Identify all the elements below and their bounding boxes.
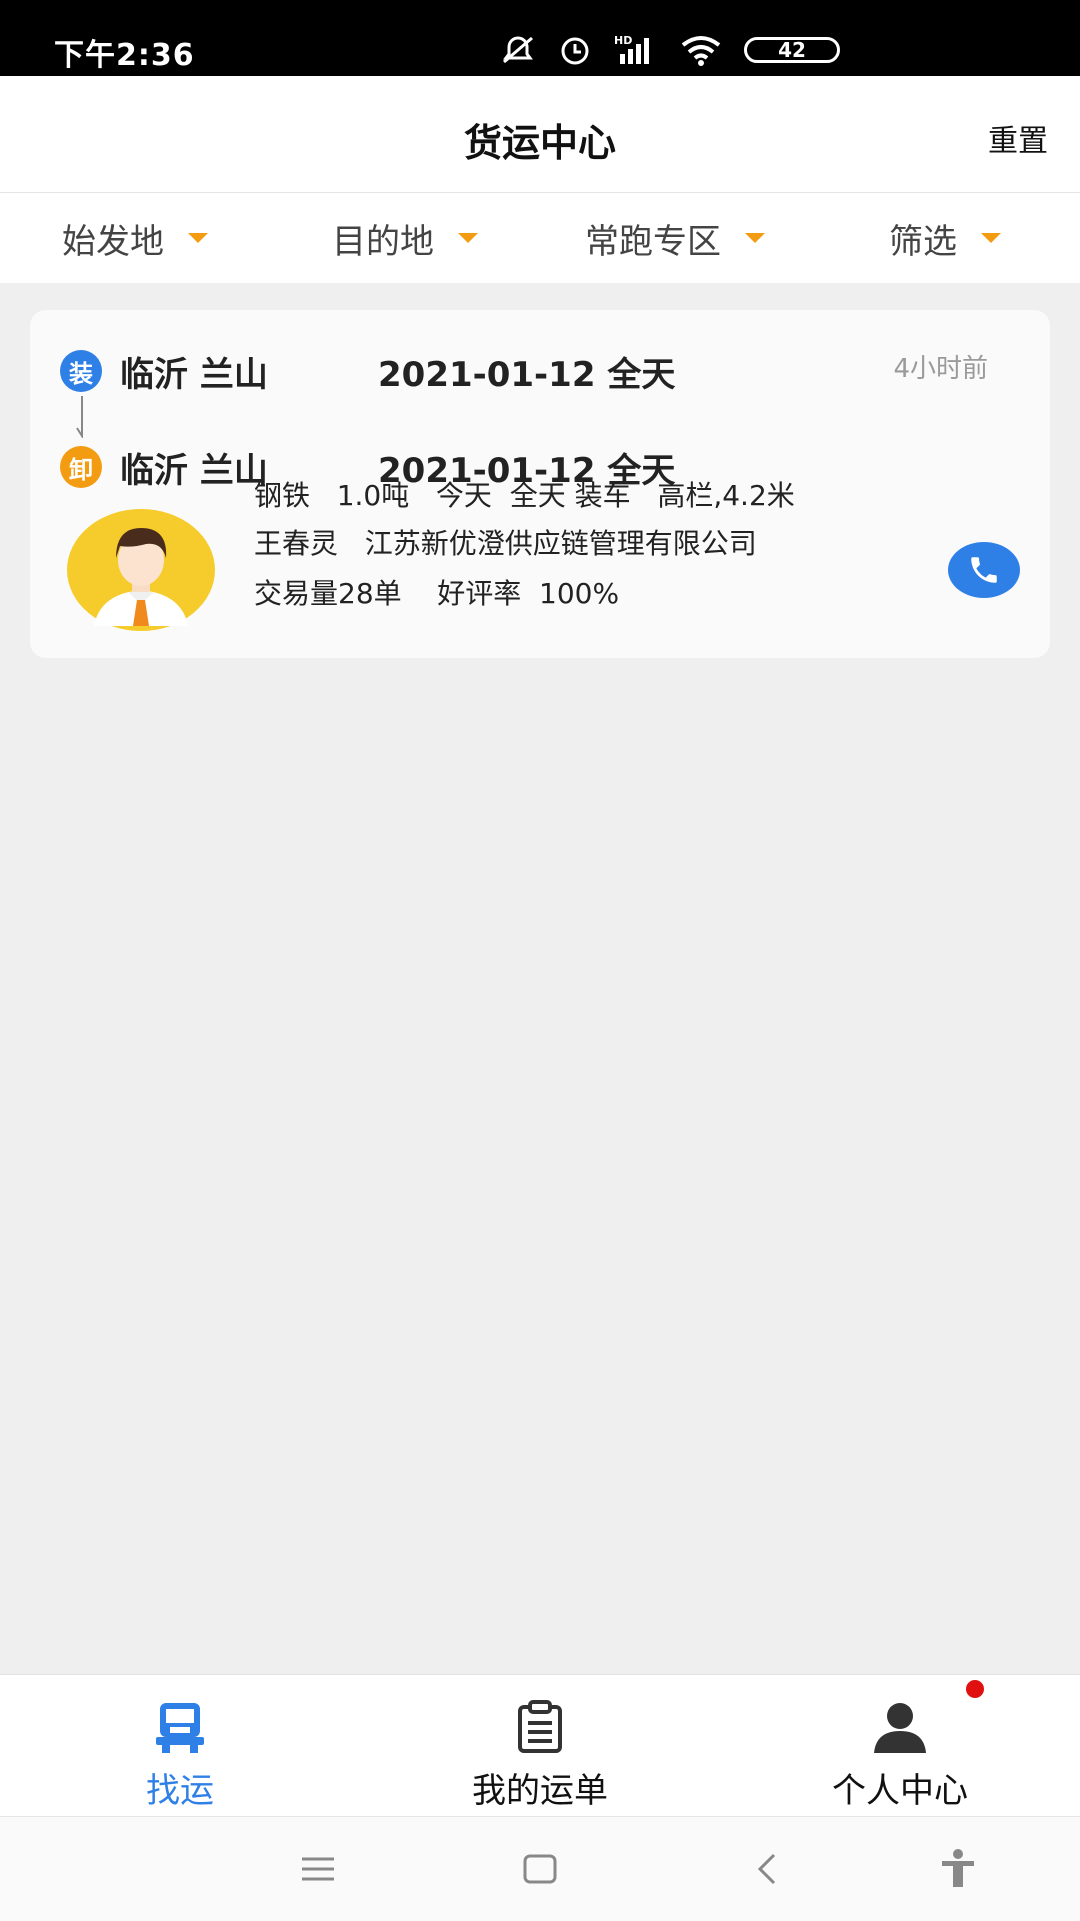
caret-down-icon	[745, 233, 765, 243]
mute-bell-icon	[503, 36, 533, 64]
status-icons: HD 42	[500, 30, 840, 70]
avatar	[67, 509, 215, 631]
shipper-stats: 交易量28单 好评率 100%	[254, 577, 620, 610]
status-time: 下午2:36	[54, 38, 195, 73]
unload-route-row: 卸 临沂 兰山 2021-01-12 全天	[60, 442, 675, 492]
filter-origin[interactable]: 始发地	[0, 193, 270, 283]
menu-icon[interactable]	[296, 1847, 340, 1891]
load-badge: 装	[60, 350, 102, 392]
cargo-info: 钢铁 1.0吨 今天 全天 装车 高栏,4.2米	[254, 479, 795, 512]
shipper-info: 王春灵 江苏新优澄供应链管理有限公司	[254, 527, 757, 560]
alarm-icon	[561, 37, 589, 65]
bottom-tab-bar: 找运 我的运单 个人中心	[0, 1674, 1080, 1817]
reset-button[interactable]: 重置	[988, 116, 1048, 160]
filter-screen-label: 筛选	[889, 221, 957, 262]
hd-signal-icon: HD	[614, 34, 649, 64]
caret-down-icon	[188, 233, 208, 243]
filter-bar: 始发地 目的地 常跑专区 筛选	[0, 193, 1080, 283]
tab-my-orders[interactable]: 我的运单	[360, 1675, 720, 1817]
notification-dot	[966, 1680, 984, 1698]
unload-badge: 卸	[60, 446, 102, 488]
arrow-down-icon	[76, 396, 83, 438]
tab-profile-label: 个人中心	[832, 1771, 968, 1811]
caret-down-icon	[458, 233, 478, 243]
wifi-icon	[681, 36, 721, 66]
system-nav-bar	[0, 1816, 1080, 1921]
tab-find-freight[interactable]: 找运	[0, 1675, 360, 1817]
tab-profile[interactable]: 个人中心	[720, 1675, 1080, 1817]
posted-time: 4小时前	[893, 354, 988, 384]
filter-frequent-routes[interactable]: 常跑专区	[540, 193, 810, 283]
phone-icon	[971, 557, 997, 583]
filter-screen[interactable]: 筛选	[810, 193, 1080, 283]
svg-text:HD: HD	[614, 34, 632, 47]
load-date: 2021-01-12 全天	[378, 354, 676, 395]
page-title: 货运中心	[463, 121, 616, 165]
filter-frequent-routes-label: 常跑专区	[585, 221, 721, 262]
load-city: 临沂 兰山	[120, 354, 268, 395]
cargo-card[interactable]: 装 临沂 兰山 2021-01-12 全天 卸 临沂 兰山 2021-01-12…	[30, 310, 1050, 658]
filter-origin-label: 始发地	[62, 221, 164, 262]
back-icon[interactable]	[746, 1847, 790, 1891]
user-icon	[874, 1703, 926, 1753]
load-route-row: 装 临沂 兰山 2021-01-12 全天	[60, 346, 675, 396]
filter-destination-label: 目的地	[332, 221, 434, 262]
filter-destination[interactable]: 目的地	[270, 193, 540, 283]
header: 货运中心 重置	[0, 76, 1080, 193]
status-bar: 下午2:36 HD 42	[0, 0, 1080, 76]
tab-my-orders-label: 我的运单	[472, 1771, 608, 1811]
caret-down-icon	[981, 233, 1001, 243]
call-button[interactable]	[948, 542, 1020, 598]
unload-city: 临沂 兰山	[120, 450, 268, 491]
accessibility-icon[interactable]	[936, 1847, 980, 1891]
home-icon[interactable]	[518, 1847, 562, 1891]
battery-icon: 42	[744, 37, 840, 63]
tab-find-freight-label: 找运	[146, 1771, 214, 1811]
truck-icon	[156, 1703, 204, 1753]
clipboard-icon	[518, 1700, 562, 1753]
